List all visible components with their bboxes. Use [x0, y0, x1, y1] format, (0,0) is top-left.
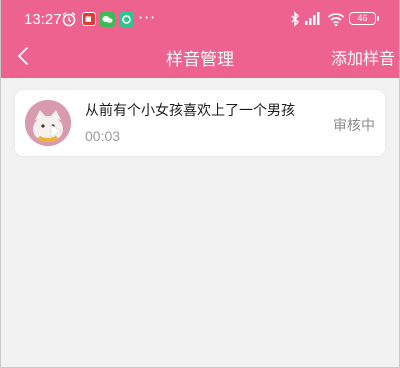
signal-icon: [305, 12, 320, 25]
back-button[interactable]: [12, 44, 36, 68]
review-status: 审核中: [333, 118, 375, 134]
page-title: 样音管理: [166, 50, 234, 70]
bluetooth-icon: [291, 11, 300, 27]
app-notification-icon: ■: [82, 12, 96, 26]
wechat-icon: [100, 12, 115, 27]
wifi-icon: [327, 13, 345, 27]
play-icon[interactable]: [45, 121, 65, 141]
alarm-icon: [62, 11, 76, 27]
add-sample-button[interactable]: 添加样音: [317, 45, 395, 69]
sample-duration: 00:03: [85, 128, 121, 144]
sample-title: 从前有个小女孩喜欢上了一个男孩: [85, 103, 295, 119]
status-bar: 13:27 ■ ··· 46: [0, 0, 400, 38]
battery-icon: 46: [349, 12, 379, 25]
more-dots-icon: ···: [138, 8, 157, 27]
app-icon: [119, 12, 134, 27]
status-time: 13:27: [24, 11, 62, 28]
